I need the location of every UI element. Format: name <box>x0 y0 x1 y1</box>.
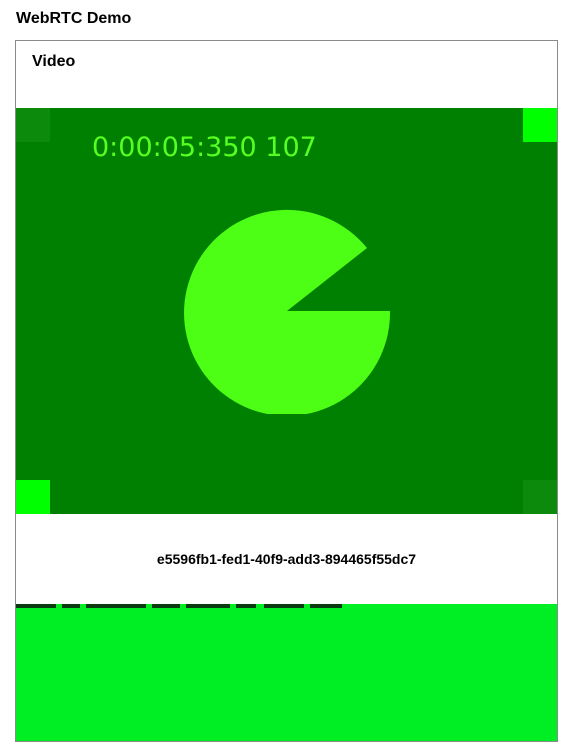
video-glitch-line <box>186 604 230 608</box>
corner-marker-top-left <box>16 108 50 142</box>
video-glitch-line <box>16 604 56 608</box>
pie-shape <box>184 209 390 414</box>
panel-title: Video <box>32 53 76 70</box>
page-title: WebRTC Demo <box>16 10 132 27</box>
video-glitch-line <box>310 604 342 608</box>
corner-marker-bottom-left <box>16 480 50 514</box>
corner-marker-bottom-right <box>523 480 557 514</box>
video-glitch-line <box>152 604 180 608</box>
video-glitch-line <box>62 604 80 608</box>
remote-video-frame[interactable] <box>16 604 557 741</box>
stream-id-label: e5596fb1-fed1-40f9-add3-894465f55dc7 <box>16 514 557 604</box>
video-glitch-line <box>86 604 146 608</box>
pacman-pie-graphic <box>184 209 390 414</box>
video-glitch-line <box>236 604 256 608</box>
video-timecode: 0:00:05:350 107 <box>92 132 317 163</box>
video-panel: Video 0:00:05:350 107 e5596fb1-fed1-40f9… <box>15 40 558 742</box>
local-video-frame[interactable]: 0:00:05:350 107 <box>16 108 557 514</box>
video-glitch-line <box>264 604 304 608</box>
corner-marker-top-right <box>523 108 557 142</box>
